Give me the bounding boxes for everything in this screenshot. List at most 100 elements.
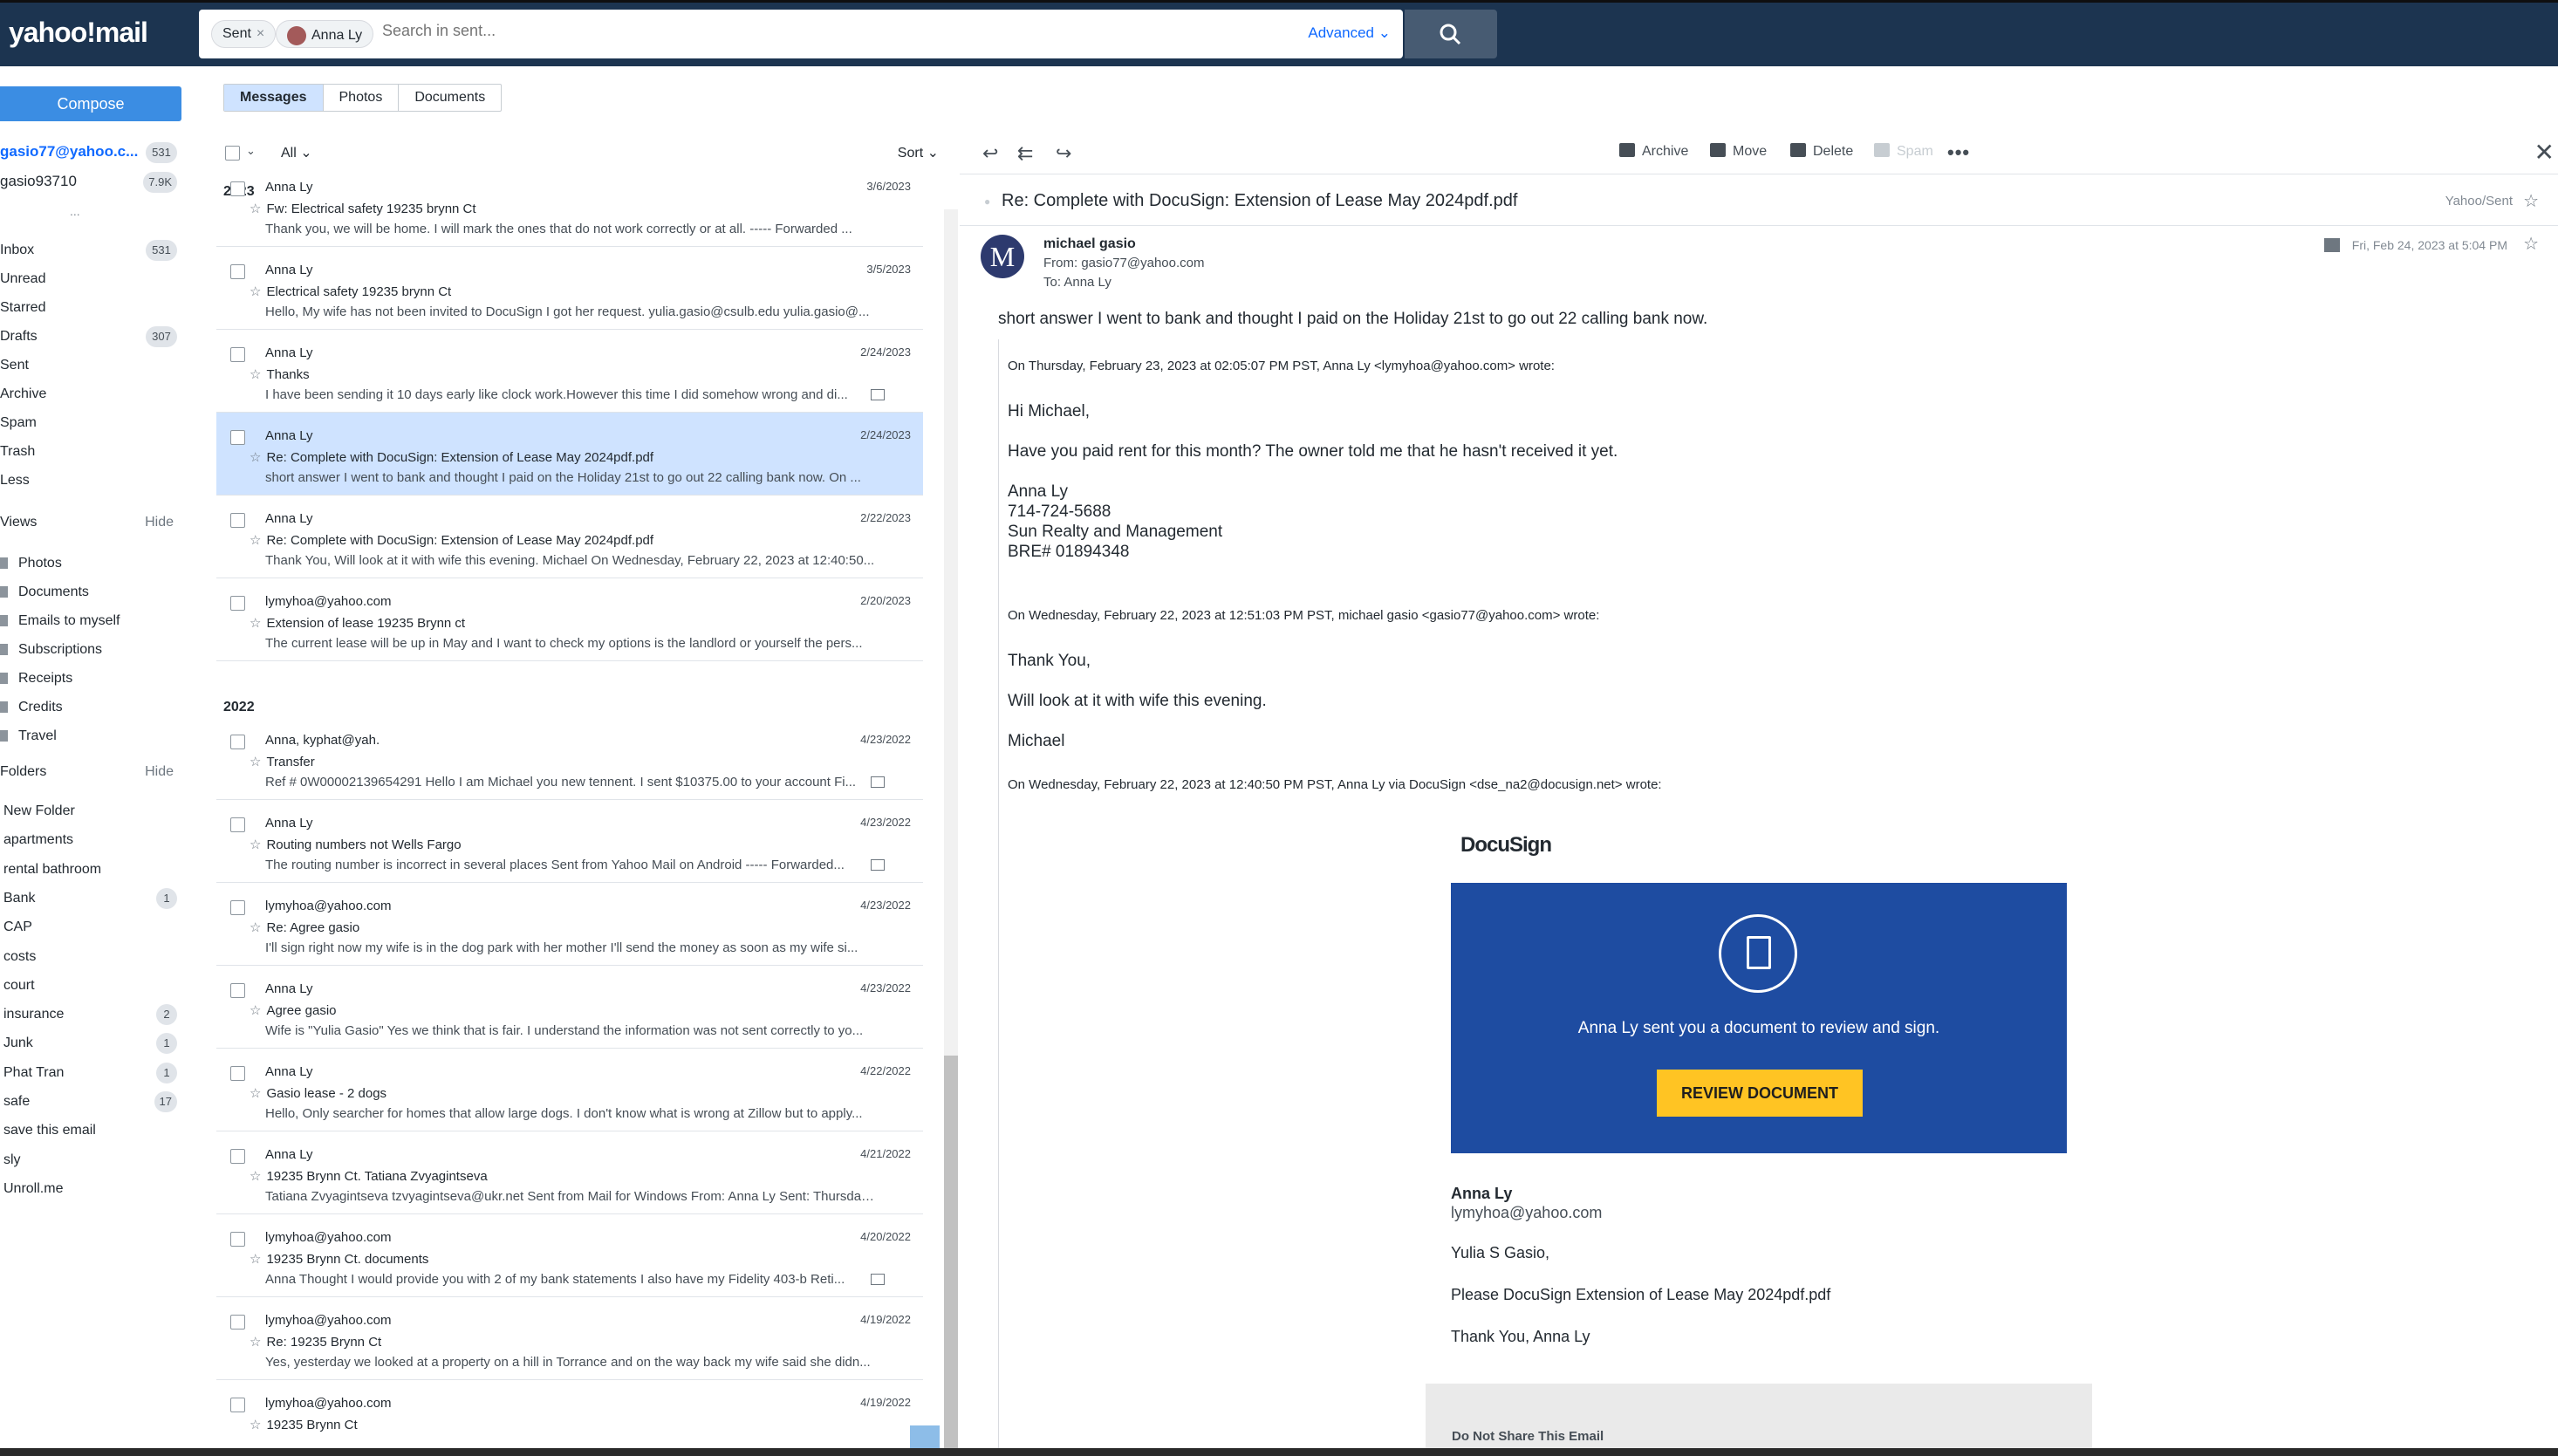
filter-all-dropdown[interactable]: All ⌄ — [281, 144, 312, 161]
folder-item[interactable]: insurance 2 — [0, 1001, 188, 1028]
view-item[interactable]: Subscriptions — [0, 637, 188, 663]
message-row[interactable]: lymyhoa@yahoo.com 4/19/2022 ☆ 19235 Brynn C… — [216, 1380, 923, 1456]
sidebar-item-spam[interactable]: Spam — [0, 410, 188, 436]
sidebar-item-trash[interactable]: Trash — [0, 439, 188, 465]
folder-item[interactable]: Bank 1 — [0, 885, 188, 912]
folder-item[interactable]: sly — [0, 1147, 188, 1173]
more-actions-icon[interactable]: ••• — [1947, 141, 1970, 164]
message-row[interactable]: Anna Ly 4/23/2022 ☆ Agree gasio Wife is "Yul… — [216, 966, 923, 1049]
reply-all-icon[interactable]: ⇇ — [1017, 142, 1033, 165]
close-icon[interactable]: ✕ — [2534, 138, 2555, 167]
delete-button[interactable]: Delete — [1790, 143, 1853, 160]
account-primary[interactable]: gasio77@yahoo.c... — [0, 143, 138, 161]
compose-button[interactable]: Compose — [0, 86, 181, 121]
message-checkbox[interactable] — [230, 735, 245, 749]
sidebar-item-drafts[interactable]: Drafts 307 — [0, 324, 188, 350]
forward-icon[interactable]: ↪ — [1056, 142, 1071, 165]
yahoo-mail-logo[interactable]: yahoo!mail — [9, 17, 148, 49]
signature-email[interactable]: lymyhoa@yahoo.com — [1451, 1204, 1602, 1222]
more-accounts-button[interactable]: ... — [70, 204, 80, 218]
message-checkbox[interactable] — [230, 1232, 245, 1247]
archive-button[interactable]: Archive — [1619, 143, 1688, 160]
view-item[interactable]: Travel — [0, 723, 188, 749]
message-checkbox[interactable] — [230, 347, 245, 362]
folder-item[interactable]: Junk 1 — [0, 1030, 188, 1056]
sidebar-item-less[interactable]: Less — [0, 468, 188, 494]
message-row[interactable]: lymyhoa@yahoo.com 4/19/2022 ☆ Re: 19235 Bry… — [216, 1297, 923, 1380]
tab-messages[interactable]: Messages — [224, 85, 324, 111]
message-row[interactable]: Anna, kyphat@yah. 4/23/2022 ☆ Transfer Ref #… — [216, 717, 923, 800]
star-icon[interactable]: ☆ — [250, 450, 261, 465]
list-scrollbar-thumb[interactable] — [944, 1056, 958, 1448]
folder-item[interactable]: CAP — [0, 914, 188, 940]
star-icon[interactable]: ☆ — [250, 202, 261, 216]
print-icon[interactable] — [2324, 238, 2340, 252]
star-icon[interactable]: ☆ — [2523, 233, 2539, 255]
message-checkbox[interactable] — [230, 513, 245, 528]
star-icon[interactable]: ☆ — [250, 284, 261, 299]
search-button[interactable] — [1405, 10, 1497, 58]
sidebar-item-archive[interactable]: Archive — [0, 381, 188, 407]
folder-item[interactable]: save this email — [0, 1118, 188, 1144]
star-icon[interactable]: ☆ — [250, 1252, 261, 1267]
message-checkbox[interactable] — [230, 817, 245, 832]
star-icon[interactable]: ☆ — [250, 533, 261, 548]
message-row[interactable]: Anna Ly 3/5/2023 ☆ Electrical safety 19235 … — [216, 247, 923, 330]
message-checkbox[interactable] — [230, 181, 245, 196]
message-checkbox[interactable] — [230, 264, 245, 279]
message-checkbox[interactable] — [230, 1315, 245, 1330]
sender-name[interactable]: michael gasio — [1043, 236, 1136, 252]
star-icon[interactable]: ☆ — [250, 616, 261, 631]
folders-hide-button[interactable]: Hide — [145, 764, 174, 780]
message-row[interactable]: Anna Ly 2/22/2023 ☆ Re: Complete with DocuS… — [216, 496, 923, 578]
star-icon[interactable]: ☆ — [250, 1418, 261, 1432]
star-icon[interactable]: ☆ — [250, 1335, 261, 1350]
search-box[interactable]: Sent × Anna Ly Advanced ⌄ — [199, 10, 1403, 58]
message-row[interactable]: Anna Ly 4/21/2022 ☆ 19235 Brynn Ct. Tatiana… — [216, 1131, 923, 1214]
sidebar-item-starred[interactable]: Starred — [0, 295, 188, 321]
star-icon[interactable]: ☆ — [250, 1169, 261, 1184]
move-button[interactable]: Move — [1710, 143, 1767, 160]
reply-icon[interactable]: ↩ — [982, 142, 998, 165]
folder-item[interactable]: costs — [0, 944, 188, 970]
view-item[interactable]: Emails to myself — [0, 608, 188, 634]
chevron-down-icon[interactable]: ⌄ — [246, 144, 256, 158]
folder-item[interactable]: Phat Tran 1 — [0, 1060, 188, 1086]
view-item[interactable]: Receipts — [0, 666, 188, 692]
folder-item[interactable]: court — [0, 973, 188, 999]
view-item[interactable]: Photos — [0, 550, 188, 577]
message-row[interactable]: lymyhoa@yahoo.com 4/23/2022 ☆ Re: Agree gas… — [216, 883, 923, 966]
message-row[interactable]: Anna Ly 4/23/2022 ☆ Routing numbers not Wel… — [216, 800, 923, 883]
search-input[interactable] — [382, 22, 853, 40]
advanced-search-button[interactable]: Advanced ⌄ — [1308, 24, 1391, 42]
folder-item[interactable]: New Folder — [0, 798, 188, 824]
folder-item[interactable]: rental bathroom — [0, 857, 188, 883]
message-checkbox[interactable] — [230, 1066, 245, 1081]
chip-remove-icon[interactable]: × — [256, 26, 264, 41]
sidebar-item-inbox[interactable]: Inbox 531 — [0, 237, 188, 263]
star-icon[interactable]: ☆ — [250, 837, 261, 852]
spam-button[interactable]: Spam — [1874, 143, 1933, 160]
view-item[interactable]: Documents — [0, 579, 188, 605]
message-row[interactable]: Anna Ly 4/22/2022 ☆ Gasio lease - 2 dogs Hel… — [216, 1049, 923, 1131]
star-icon[interactable]: ☆ — [250, 755, 261, 769]
search-chip-person[interactable]: Anna Ly — [276, 20, 374, 48]
search-chip-sent[interactable]: Sent × — [211, 20, 277, 48]
message-checkbox[interactable] — [230, 596, 245, 611]
view-item[interactable]: Credits — [0, 694, 188, 721]
message-checkbox[interactable] — [230, 430, 245, 445]
message-row[interactable]: Anna Ly 2/24/2023 ☆ Thanks I have been sendi… — [216, 330, 923, 413]
message-row[interactable]: Anna Ly 3/6/2023 ☆ Fw: Electrical safety 19… — [216, 181, 923, 247]
star-icon[interactable]: ☆ — [2523, 190, 2539, 212]
message-row[interactable]: Anna Ly 2/24/2023 ☆ Re: Complete with DocuS… — [216, 413, 923, 496]
message-checkbox[interactable] — [230, 1398, 245, 1412]
message-checkbox[interactable] — [230, 983, 245, 998]
message-checkbox[interactable] — [230, 1149, 245, 1164]
unread-dot-icon[interactable]: ● — [984, 195, 990, 208]
tab-photos[interactable]: Photos — [324, 85, 400, 111]
sort-dropdown[interactable]: Sort ⌄ — [898, 144, 939, 161]
folder-item[interactable]: apartments — [0, 827, 188, 853]
message-checkbox[interactable] — [230, 900, 245, 915]
review-document-button[interactable]: REVIEW DOCUMENT — [1657, 1070, 1863, 1117]
message-row[interactable]: lymyhoa@yahoo.com 2/20/2023 ☆ Extension of … — [216, 578, 923, 661]
